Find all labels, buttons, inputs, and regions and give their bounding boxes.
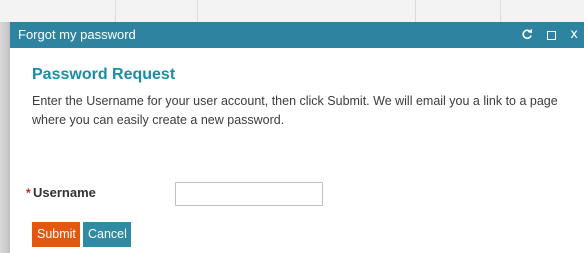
forgot-password-dialog: Forgot my password x Password Request En…	[10, 22, 584, 253]
refresh-icon[interactable]	[521, 28, 533, 42]
window-controls: x	[521, 22, 578, 48]
instructions-text: Enter the Username for your user account…	[32, 94, 558, 127]
dialog-title: Forgot my password	[18, 27, 136, 42]
background-column-divider	[415, 0, 416, 22]
background-page-edge	[0, 22, 10, 253]
username-label: Username	[33, 185, 96, 200]
background-column-divider	[115, 0, 116, 22]
background-column-divider	[500, 0, 501, 22]
cancel-button[interactable]: Cancel	[83, 222, 131, 247]
background-column-divider	[197, 0, 198, 22]
close-icon[interactable]: x	[570, 28, 578, 41]
maximize-icon[interactable]	[547, 30, 557, 40]
background-page-header	[0, 0, 584, 23]
required-marker: *	[26, 186, 31, 200]
page-title: Password Request	[32, 66, 176, 83]
username-input[interactable]	[175, 182, 323, 206]
submit-button[interactable]: Submit	[32, 222, 80, 247]
dialog-titlebar[interactable]: Forgot my password x	[10, 22, 584, 48]
